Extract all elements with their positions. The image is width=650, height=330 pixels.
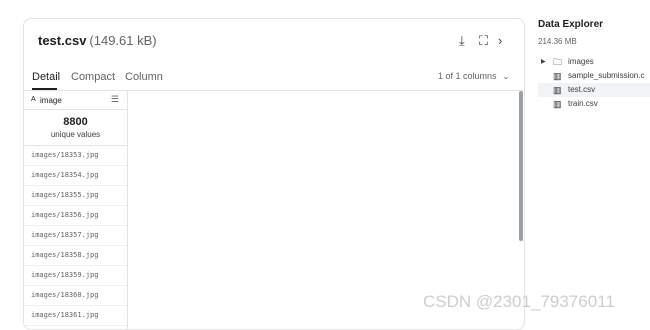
image-column: A image ☰ 8800 unique values images/1835…	[24, 91, 128, 329]
column-summary: 8800 unique values	[24, 110, 127, 146]
unique-label: unique values	[50, 130, 101, 139]
tab-column[interactable]: Column	[125, 71, 163, 83]
explorer-title: Data Explorer	[538, 19, 604, 30]
column-count-dropdown[interactable]: 1 of 1 columns ⌄	[438, 71, 509, 81]
unique-count: 8800	[63, 116, 88, 128]
table-row[interactable]: images/18359.jpg	[24, 266, 127, 286]
fullscreen-icon[interactable]: ⛶	[479, 33, 488, 49]
file-name: test.csv	[38, 33, 87, 48]
tree-item-sample-submission[interactable]: ▥ sample_submission.c	[538, 69, 650, 83]
table-row[interactable]: images/18360.jpg	[24, 286, 127, 306]
column-header[interactable]: A image ☰	[24, 91, 127, 110]
column-name: image	[40, 96, 62, 105]
chevron-down-icon: ⌄	[502, 72, 510, 81]
tree-item-label: images	[568, 57, 594, 66]
tree-item-label: test.csv	[568, 85, 596, 94]
table-icon: ▥	[553, 85, 562, 95]
explorer-size: 214.36 MB	[538, 37, 577, 46]
caret-right-icon[interactable]: ▶	[541, 55, 546, 69]
tree-item-label: train.csv	[568, 99, 598, 108]
tree-item-images[interactable]: ▶ 🗀 images	[538, 55, 650, 69]
table-icon: ▥	[553, 99, 562, 109]
table-row[interactable]: images/18354.jpg	[24, 166, 127, 186]
table-icon: ▥	[553, 71, 562, 81]
sort-icon[interactable]: ☰	[111, 94, 119, 105]
file-size: (149.61 kB)	[89, 33, 157, 48]
tree-item-train-csv[interactable]: ▥ train.csv	[538, 97, 650, 111]
string-type-icon: A	[31, 96, 36, 103]
table-row[interactable]: images/18356.jpg	[24, 206, 127, 226]
folder-icon: 🗀	[553, 57, 563, 67]
table-row[interactable]: images/18357.jpg	[24, 226, 127, 246]
table-row[interactable]: images/18358.jpg	[24, 246, 127, 266]
vertical-scrollbar[interactable]	[519, 91, 523, 241]
file-title: test.csv (149.61 kB)	[38, 33, 157, 48]
tab-detail[interactable]: Detail	[32, 71, 60, 83]
data-panel: test.csv (149.61 kB) ⤓ ⛶ › Detail Compact…	[23, 18, 525, 330]
table-row[interactable]: images/18353.jpg	[24, 146, 127, 166]
column-count-label: 1 of 1 columns	[438, 71, 497, 81]
tree-item-test-csv[interactable]: ▥ test.csv	[538, 83, 650, 97]
watermark: CSDN @2301_79376011	[423, 292, 615, 311]
download-icon[interactable]: ⤓	[459, 33, 465, 49]
chevron-right-icon[interactable]: ›	[498, 33, 502, 49]
table-row[interactable]: images/18355.jpg	[24, 186, 127, 206]
tab-compact[interactable]: Compact	[71, 71, 115, 83]
table-row[interactable]: images/18361.jpg	[24, 306, 127, 326]
tree-item-label: sample_submission.c	[568, 71, 645, 80]
